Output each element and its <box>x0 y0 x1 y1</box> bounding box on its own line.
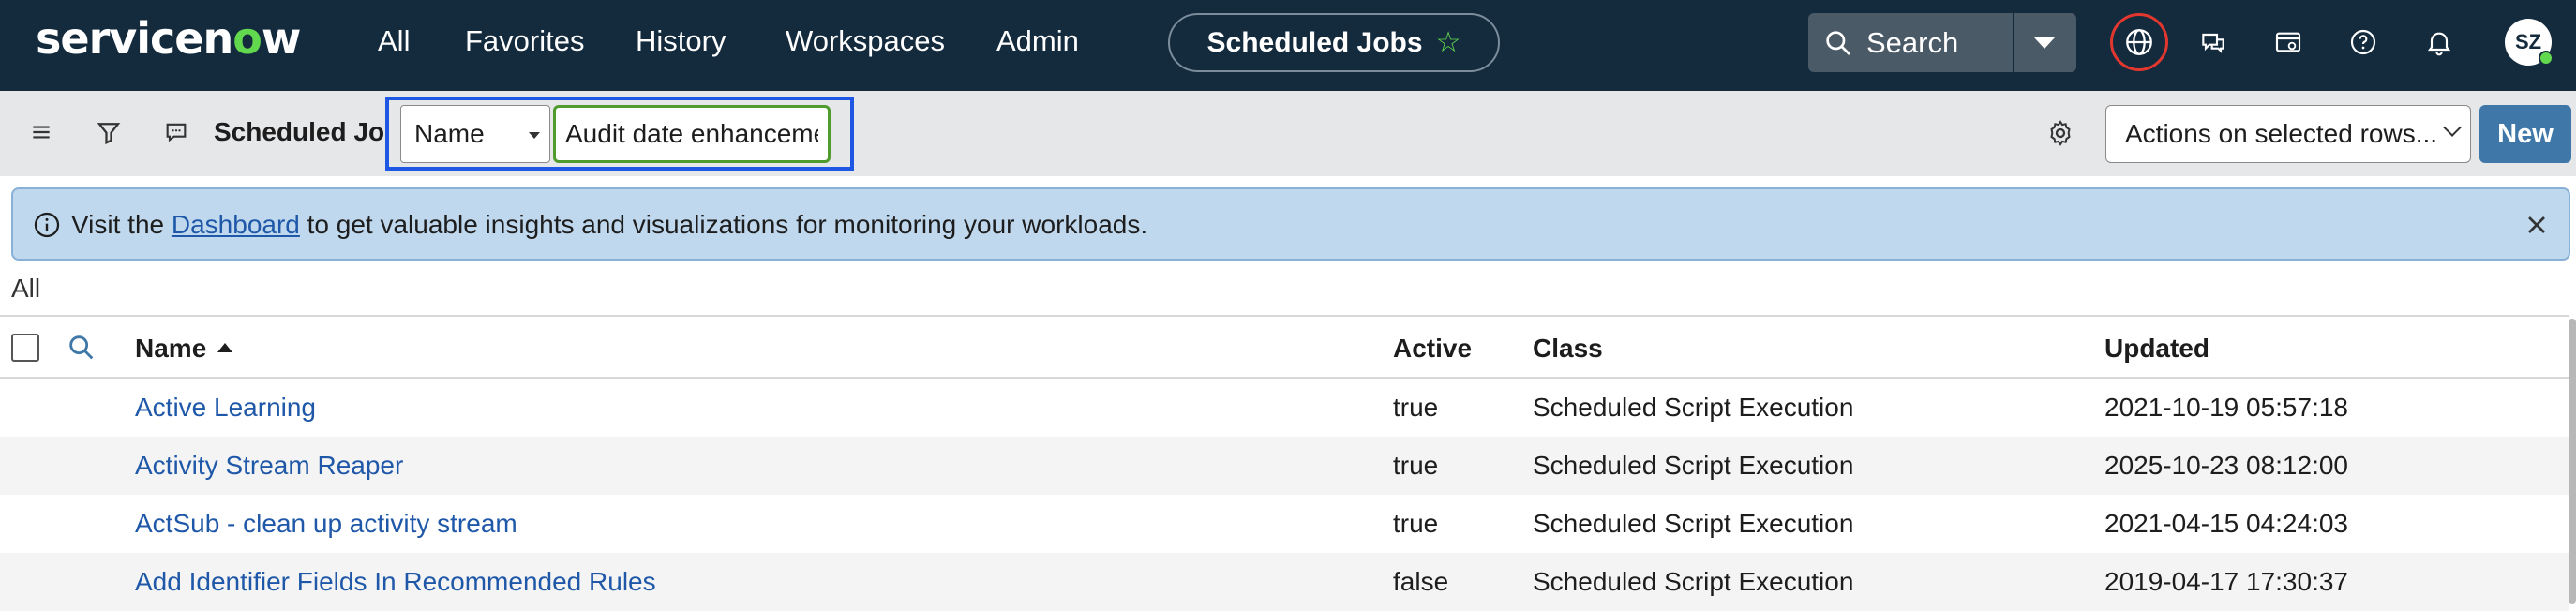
dashboard-info-banner: Visit the Dashboard to get valuable insi… <box>11 187 2570 261</box>
updated-cell: 2021-10-19 05:57:18 <box>2104 393 2348 422</box>
comments-icon[interactable] <box>156 112 197 153</box>
logo-text-end: w <box>261 13 301 64</box>
list-settings-gear-icon[interactable] <box>2040 112 2081 154</box>
info-icon <box>34 212 60 238</box>
search-field-select[interactable]: Name <box>400 105 550 163</box>
hamburger-menu-icon[interactable] <box>21 112 62 153</box>
banner-text-suffix: to get valuable insights and visualizati… <box>299 210 1148 239</box>
nav-workspaces[interactable]: Workspaces <box>786 24 945 58</box>
workspace-window-icon[interactable] <box>2268 22 2309 63</box>
servicenow-logo[interactable]: servicenow <box>36 13 301 64</box>
nav-admin[interactable]: Admin <box>996 24 1079 58</box>
search-icon <box>1826 30 1850 55</box>
search-label: Search <box>1866 25 1959 59</box>
search-field-value: Name <box>414 119 485 148</box>
search-scope-dropdown[interactable] <box>2014 13 2076 72</box>
chevron-down-icon <box>2443 118 2462 137</box>
global-search-button[interactable]: Search <box>1808 13 2013 72</box>
table-row: Active Learning true Scheduled Script Ex… <box>0 379 2569 437</box>
vertical-scrollbar[interactable] <box>2569 319 2576 604</box>
list-search-input[interactable] <box>553 105 831 163</box>
nav-all[interactable]: All <box>378 24 410 58</box>
notifications-bell-icon[interactable] <box>2419 22 2460 63</box>
top-navigation-bar: servicenow All Favorites History Workspa… <box>0 0 2576 91</box>
breadcrumb[interactable]: All <box>11 274 40 304</box>
class-cell: Scheduled Script Execution <box>1533 451 1854 480</box>
select-all-checkbox[interactable] <box>11 334 39 362</box>
table-row: Add Identifier Fields In Recommended Rul… <box>0 553 2569 611</box>
banner-message: Visit the Dashboard to get valuable insi… <box>71 210 1147 240</box>
sort-ascending-icon <box>217 342 233 352</box>
active-cell: true <box>1393 393 1439 422</box>
chat-icon[interactable] <box>2193 22 2234 63</box>
column-search-icon[interactable] <box>66 332 97 364</box>
close-icon[interactable] <box>2522 210 2552 240</box>
job-name-link[interactable]: Active Learning <box>135 393 316 423</box>
user-avatar[interactable]: SZ <box>2505 19 2554 66</box>
logo-text-o: o <box>232 13 262 64</box>
column-header-name[interactable]: Name <box>135 334 233 364</box>
favorite-star-icon[interactable]: ☆ <box>1436 26 1461 59</box>
user-initials: SZ <box>2514 30 2542 53</box>
context-title: Scheduled Jobs <box>1206 26 1423 58</box>
banner-text-prefix: Visit the <box>71 210 172 239</box>
dashboard-link[interactable]: Dashboard <box>172 210 300 239</box>
active-cell: true <box>1393 509 1439 538</box>
updated-cell: 2021-04-15 04:24:03 <box>2104 509 2348 538</box>
filter-funnel-icon[interactable] <box>88 112 129 153</box>
table-row: ActSub - clean up activity stream true S… <box>0 495 2569 553</box>
active-cell: true <box>1393 451 1439 480</box>
class-cell: Scheduled Script Execution <box>1533 509 1854 538</box>
nav-favorites[interactable]: Favorites <box>465 24 584 58</box>
column-header-active[interactable]: Active <box>1393 334 1472 364</box>
column-header-name-label: Name <box>135 334 207 363</box>
class-cell: Scheduled Script Execution <box>1533 567 1854 596</box>
updated-cell: 2019-04-17 17:30:37 <box>2104 567 2348 596</box>
globe-icon[interactable] <box>2119 22 2160 63</box>
active-cell: false <box>1393 567 1449 596</box>
column-header-class[interactable]: Class <box>1533 334 1603 364</box>
logo-text-start: servicen <box>36 13 233 64</box>
class-cell: Scheduled Script Execution <box>1533 393 1854 422</box>
actions-select-label: Actions on selected rows... <box>2125 119 2438 148</box>
context-title-pill[interactable]: Scheduled Jobs ☆ <box>1168 13 1500 72</box>
updated-cell: 2025-10-23 08:12:00 <box>2104 451 2348 480</box>
nav-history[interactable]: History <box>636 24 726 58</box>
actions-on-selected-rows-select[interactable]: Actions on selected rows... <box>2105 105 2471 163</box>
job-name-link[interactable]: Add Identifier Fields In Recommended Rul… <box>135 567 656 597</box>
job-name-link[interactable]: ActSub - clean up activity stream <box>135 509 517 539</box>
job-name-link[interactable]: Activity Stream Reaper <box>135 451 403 481</box>
online-status-dot <box>2539 51 2554 66</box>
table-row: Activity Stream Reaper true Scheduled Sc… <box>0 437 2569 495</box>
column-header-updated[interactable]: Updated <box>2104 334 2209 364</box>
help-icon[interactable] <box>2343 22 2384 63</box>
scheduled-jobs-table: Name Active Class Updated Active Learnin… <box>0 315 2569 611</box>
table-header-row: Name Active Class Updated <box>0 317 2569 379</box>
new-record-button[interactable]: New <box>2479 105 2571 163</box>
